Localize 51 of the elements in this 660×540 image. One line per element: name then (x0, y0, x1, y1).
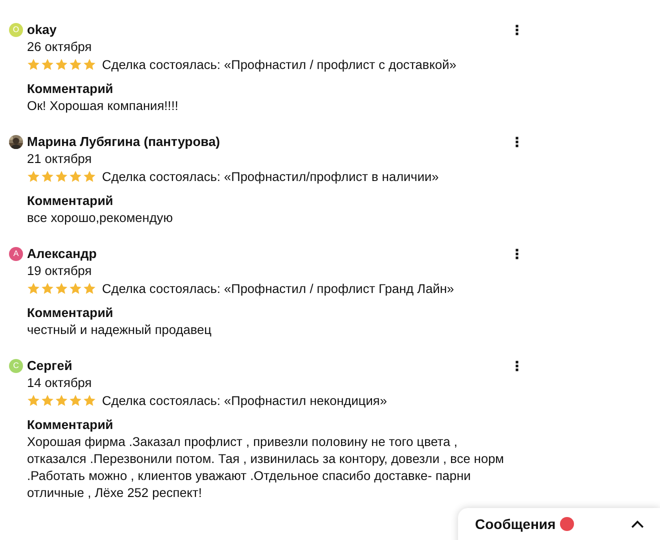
avatar: С (9, 358, 23, 372)
comment-text: честный и надежный продавец (27, 321, 212, 338)
more-icon[interactable] (515, 24, 519, 36)
reviewer-name: okay (27, 22, 57, 37)
deal-text: Сделка состоялась: «Профнастил/профлист в наличии» (102, 168, 439, 185)
review-date: 21 октября (27, 150, 93, 167)
star-icon (69, 394, 82, 407)
messages-label: Сообщения (475, 516, 556, 532)
review-date: 14 октября (27, 374, 93, 391)
avatar: O (9, 22, 23, 36)
deal-text: Сделка состоялась: «Профнастил некондиция» (102, 392, 387, 409)
star-icon (83, 170, 96, 183)
star-icon (55, 170, 68, 183)
comment-label: Комментарий (27, 192, 114, 209)
comment-label: Комментарий (27, 304, 114, 321)
messages-bar[interactable]: Сообщения (458, 508, 660, 540)
avatar: А (9, 246, 23, 260)
more-icon[interactable] (515, 248, 519, 260)
comment-text: все хорошо,рекомендую (27, 209, 174, 226)
comment-label: Комментарий (27, 416, 114, 433)
star-icon (27, 394, 40, 407)
star-icon (83, 58, 96, 71)
more-icon[interactable] (515, 136, 519, 148)
star-icon (55, 58, 68, 71)
star-icon (69, 170, 82, 183)
star-icon (41, 58, 54, 71)
deal-text: Сделка состоялась: «Профнастил / профлист с доставкой» (102, 56, 456, 73)
caret-icon[interactable] (631, 520, 644, 528)
star-icon (69, 282, 82, 295)
reviewer-name: Сергей (27, 358, 72, 373)
star-icon (41, 170, 54, 183)
star-icon (41, 282, 54, 295)
star-icon (41, 394, 54, 407)
comment-label: Комментарий (27, 80, 114, 97)
star-icon (55, 282, 68, 295)
star-icon (27, 58, 40, 71)
star-icon (27, 282, 40, 295)
star-icon (69, 58, 82, 71)
comment-text: Ок! Хорошая компания!!!! (27, 97, 180, 114)
star-icon (55, 394, 68, 407)
notification-icon (560, 517, 574, 531)
star-icon (83, 394, 96, 407)
reviewer-name: Марина Лубягина (пантурова) (27, 134, 220, 149)
more-icon[interactable] (515, 360, 519, 372)
review-date: 19 октября (27, 262, 93, 279)
star-icon (83, 282, 96, 295)
comment-text: Хорошая фирма .Заказал профлист , привезли половину не того цвета , отказался .Перезвонили потом. Тая , извинилась за контору, довезли , все норм .Работать можно , клиентов уважают .Отдельное спасибо доставке- парни отличные , Лёхе 252 респект! (27, 433, 505, 501)
review-date: 26 октября (27, 38, 93, 55)
reviewer-name: Александр (27, 246, 97, 261)
deal-text: Сделка состоялась: «Профнастил / профлист Гранд Лайн» (102, 280, 454, 297)
star-icon (27, 170, 40, 183)
